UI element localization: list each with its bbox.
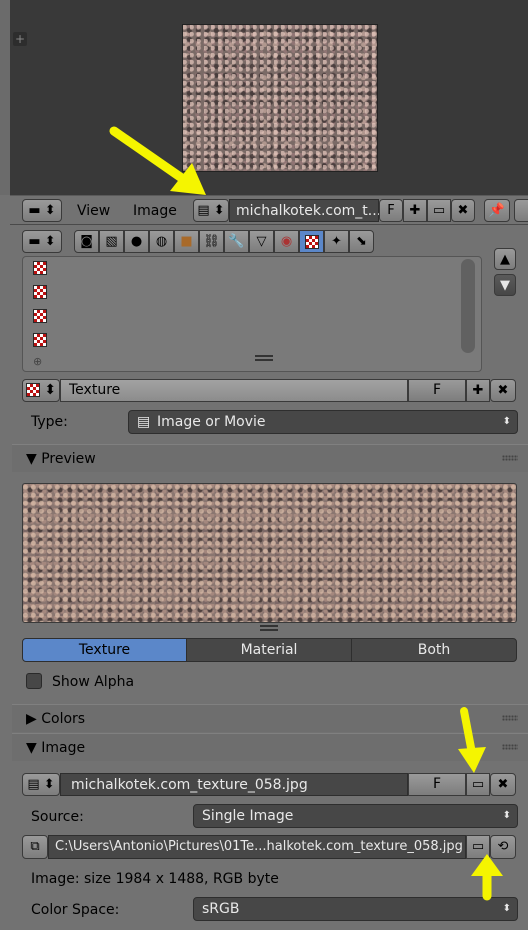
world-tab-icon[interactable]: ◍ xyxy=(149,230,174,253)
image-icon: ▤ xyxy=(137,414,151,430)
updown-arrows-icon: ⬍ xyxy=(502,416,511,427)
properties-editor: ▬ ⬍ ◙ ▧ ● ◍ ■ ⛓ 🔧 ▽ ◉ ✦ ⬊ ⊕ ▲ ▼ ⬍ Textur… xyxy=(10,226,528,930)
image-panel-title: Image xyxy=(41,740,86,756)
material-tab-icon[interactable]: ◉ xyxy=(274,230,299,253)
annotation-arrow-up-icon xyxy=(471,854,503,901)
view-menu[interactable]: View xyxy=(77,200,110,222)
collapse-triangle-icon: ▼ xyxy=(26,740,37,756)
show-alpha-label: Show Alpha xyxy=(52,674,135,690)
collapse-triangle-icon: ▼ xyxy=(26,451,37,467)
image-info-text: Image: size 1984 x 1488, RGB byte xyxy=(31,871,279,887)
open-image-folder-icon[interactable]: ▭ xyxy=(466,773,490,796)
color-space-value: sRGB xyxy=(202,901,240,917)
scene-tab-icon[interactable]: ● xyxy=(124,230,149,253)
pin-extra-button[interactable] xyxy=(514,199,528,222)
fake-user-button[interactable]: F xyxy=(379,199,403,222)
image-name-field[interactable]: michalkotek.com_t... xyxy=(229,199,381,222)
preview-resize-grip-icon[interactable] xyxy=(260,625,278,631)
image-icon: ▤ xyxy=(197,203,210,218)
texture-name-field[interactable]: Texture xyxy=(60,379,408,402)
data-tab-icon[interactable]: ▽ xyxy=(249,230,274,253)
updown-arrows-icon: ⬍ xyxy=(502,810,511,821)
render-layers-tab-icon[interactable]: ▧ xyxy=(99,230,124,253)
constraints-tab-icon[interactable]: ⛓ xyxy=(199,230,224,253)
preview-tab-material[interactable]: Material xyxy=(186,638,352,662)
browse-image-button[interactable]: ▤ ⬍ xyxy=(193,199,229,222)
texture-fake-user-button[interactable]: F xyxy=(408,379,466,402)
properties-editor-type[interactable]: ▬ ⬍ xyxy=(22,230,62,253)
texture-slot-icon[interactable] xyxy=(33,285,47,303)
unlink-texture-close-icon[interactable]: ✖ xyxy=(490,379,516,402)
drag-grip-icon[interactable] xyxy=(502,715,518,721)
texture-slot-icon[interactable] xyxy=(33,333,47,351)
toolshelf-plus-icon[interactable]: + xyxy=(13,32,27,46)
unlink-image-button[interactable]: ✖ xyxy=(451,199,475,222)
editor-type-selector[interactable]: ▬ ⬍ xyxy=(22,199,62,222)
slot-specials-icon[interactable]: ▼ xyxy=(494,274,516,296)
drag-grip-icon[interactable] xyxy=(502,744,518,750)
preview-tab-texture[interactable]: Texture xyxy=(22,638,187,662)
annotation-arrow-down-icon xyxy=(458,707,486,773)
unlink-image-close-icon[interactable]: ✖ xyxy=(490,773,516,796)
source-dropdown-value: Single Image xyxy=(202,808,294,824)
annotation-arrow-top-icon xyxy=(109,126,206,195)
expand-triangle-icon: ▶ xyxy=(26,711,37,727)
source-label: Source: xyxy=(31,809,84,825)
list-scrollbar[interactable] xyxy=(461,259,475,353)
render-tab-camera-icon[interactable]: ◙ xyxy=(74,230,99,253)
particles-tab-icon[interactable]: ✦ xyxy=(324,230,349,253)
preview-panel-header[interactable]: ▼ Preview xyxy=(12,444,528,472)
type-dropdown[interactable]: ▤ Image or Movie ⬍ xyxy=(128,410,518,434)
colors-panel-title: Colors xyxy=(41,711,86,727)
preview-panel-title: Preview xyxy=(41,451,96,467)
show-alpha-checkbox[interactable] xyxy=(26,673,42,689)
image-preview-thumbnail xyxy=(182,24,378,172)
texture-preview-image xyxy=(22,483,517,623)
image-editor-area[interactable]: + xyxy=(0,0,528,195)
new-texture-plus-icon[interactable]: ✚ xyxy=(466,379,490,402)
image-datablock-name-field[interactable]: michalkotek.com_texture_058.jpg xyxy=(60,773,408,796)
close-icon: ✖ xyxy=(457,203,469,218)
new-image-button[interactable]: ✚ xyxy=(403,199,427,222)
image-icon: ▤ xyxy=(27,777,40,792)
texture-slot-icon[interactable] xyxy=(33,261,47,279)
image-filepath-field[interactable]: C:\Users\Antonio\Pictures\01Te...halkote… xyxy=(48,835,466,859)
resize-grip-icon[interactable] xyxy=(255,355,273,361)
source-dropdown[interactable]: Single Image ⬍ xyxy=(193,804,518,828)
physics-tab-icon[interactable]: ⬊ xyxy=(349,230,374,253)
area-edge xyxy=(0,0,10,195)
browse-texture-button[interactable]: ⬍ xyxy=(22,379,60,402)
pack-image-icon[interactable]: ⧉ xyxy=(22,835,48,859)
texture-slot-list[interactable]: ⊕ xyxy=(22,256,482,372)
add-slot-plus-icon[interactable]: ⊕ xyxy=(33,355,42,368)
plus-icon: ✚ xyxy=(409,203,421,218)
texture-tab-icon[interactable] xyxy=(299,230,324,253)
image-fake-user-button[interactable]: F xyxy=(408,773,466,796)
texture-slot-icon[interactable] xyxy=(33,309,47,327)
open-image-button[interactable]: ▭ xyxy=(427,199,451,222)
context-tabs: ◙ ▧ ● ◍ ■ ⛓ 🔧 ▽ ◉ ✦ ⬊ xyxy=(74,230,374,253)
folder-icon: ▭ xyxy=(432,203,446,218)
modifiers-tab-wrench-icon[interactable]: 🔧 xyxy=(224,230,249,253)
object-tab-icon[interactable]: ■ xyxy=(174,230,199,253)
color-space-label: Color Space: xyxy=(31,902,120,918)
preview-tab-both[interactable]: Both xyxy=(351,638,517,662)
pin-icon: 📌 xyxy=(488,203,506,218)
type-dropdown-value: Image or Movie xyxy=(157,414,266,430)
type-label: Type: xyxy=(31,414,68,430)
move-up-icon[interactable]: ▲ xyxy=(494,248,516,270)
image-menu[interactable]: Image xyxy=(133,200,177,222)
browse-image-datablock-button[interactable]: ▤ ⬍ xyxy=(22,773,60,796)
drag-grip-icon[interactable] xyxy=(502,455,518,461)
image-editor-header: ▬ ⬍ View Image ▤ ⬍ michalkotek.com_t... … xyxy=(10,195,528,225)
pin-button[interactable]: 📌 xyxy=(484,199,510,222)
